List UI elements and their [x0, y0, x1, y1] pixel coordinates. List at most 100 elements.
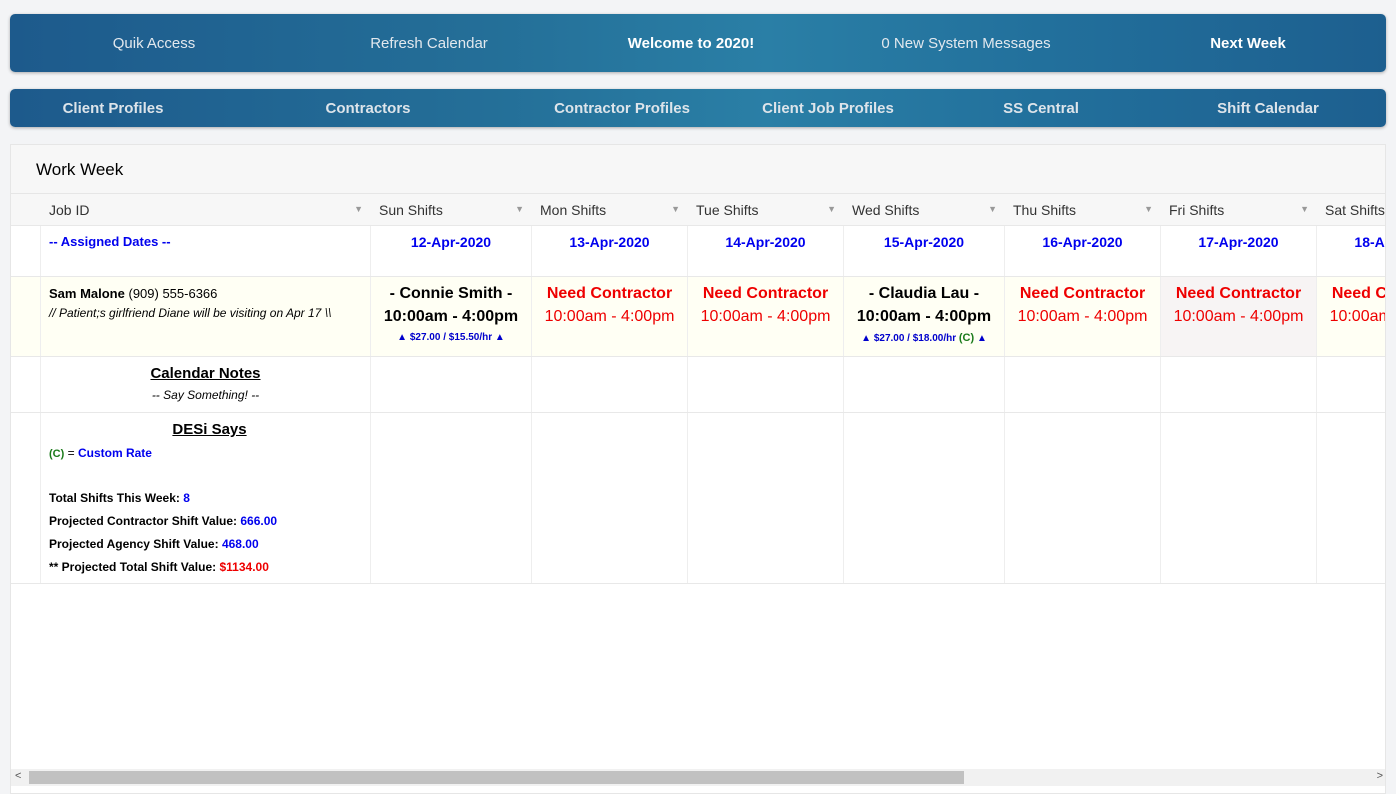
sort-caret-icon[interactable]: ▼ — [1144, 204, 1153, 214]
notes-cell-fri[interactable] — [1161, 357, 1317, 412]
date-sun: 12-Apr-2020 — [371, 226, 532, 276]
nav-client-profiles[interactable]: Client Profiles — [63, 100, 164, 117]
shift-time: 10:00am - 4:00pm — [700, 308, 831, 325]
need-contractor-label[interactable]: Need Contractor — [1005, 277, 1160, 303]
need-contractor-label[interactable]: Need Contractor — [1161, 277, 1316, 303]
custom-key: (C) — [49, 448, 65, 460]
desi-cell-tue — [688, 413, 844, 583]
header-row: Job ID ▼ Sun Shifts ▼ Mon Shifts ▼ Tue Shifts ▼… — [11, 194, 1385, 226]
nav-shift-calendar[interactable]: Shift Calendar — [1217, 100, 1319, 117]
date-tue: 14-Apr-2020 — [688, 226, 844, 276]
assigned-dates-row: -- Assigned Dates -- 12-Apr-2020 13-Apr-2… — [11, 226, 1385, 277]
notes-cell-sat[interactable] — [1317, 357, 1385, 412]
calendar-notes-row: Calendar Notes -- Say Something! -- — [11, 357, 1385, 413]
notes-cell-wed[interactable] — [844, 357, 1005, 412]
shift-time: 10:00am - 4:00pm — [544, 308, 675, 325]
shift-rate: ▲ $27.00 / $18.00/hr (C) ▲ — [844, 332, 1004, 344]
column-header-job-id[interactable]: Job ID ▼ — [41, 194, 371, 225]
shift-cell-sat[interactable]: Need Contractor 10:00am - 4:00pm — [1317, 277, 1385, 356]
column-header-fri[interactable]: Fri Shifts ▼ — [1161, 194, 1317, 225]
sort-caret-icon[interactable]: ▼ — [988, 204, 997, 214]
shift-cell-tue[interactable]: Need Contractor 10:00am - 4:00pm — [688, 277, 844, 356]
scroll-right-arrow[interactable]: > — [1377, 770, 1383, 782]
column-header-label: Tue Shifts — [696, 202, 759, 218]
assigned-dates-label: -- Assigned Dates -- — [41, 226, 371, 276]
next-week-link[interactable]: Next Week — [1210, 35, 1286, 52]
custom-rate-label: Custom Rate — [77, 446, 152, 460]
work-week-panel: Work Week Job ID ▼ Sun Shifts ▼ Mon Shifts ▼ T… — [10, 144, 1386, 794]
shift-time: 10:00am - 4:00pm — [1173, 308, 1304, 325]
desi-says-title: DESi Says — [172, 421, 247, 438]
shift-cell-sun[interactable]: - Connie Smith - 10:00am - 4:00pm ▲ $27.00… — [371, 277, 532, 356]
shift-cell-mon[interactable]: Need Contractor 10:00am - 4:00pm — [532, 277, 688, 356]
nav-contractors[interactable]: Contractors — [325, 100, 410, 117]
column-header-label: Job ID — [49, 202, 90, 218]
sort-caret-icon[interactable]: ▼ — [515, 204, 524, 214]
contractor-name[interactable]: - Claudia Lau - — [844, 277, 1004, 303]
column-header-thu[interactable]: Thu Shifts ▼ — [1005, 194, 1161, 225]
nav-contractor-profiles[interactable]: Contractor Profiles — [554, 100, 690, 117]
column-header-mon[interactable]: Mon Shifts ▼ — [532, 194, 688, 225]
agency-value-label: Projected Agency Shift Value: — [49, 537, 222, 551]
column-header-label: Sun Shifts — [379, 202, 443, 218]
column-header-wed[interactable]: Wed Shifts ▼ — [844, 194, 1005, 225]
date-wed: 15-Apr-2020 — [844, 226, 1005, 276]
notes-cell-tue[interactable] — [688, 357, 844, 412]
agency-value: 468.00 — [221, 537, 259, 551]
desi-says-row: DESi Says (C) = Custom Rate Total Shifts… — [11, 413, 1385, 584]
client-name[interactable]: Sam Malone — [49, 286, 125, 301]
job-note: // Patient;s girlfriend Diane will be vi… — [49, 306, 332, 320]
column-header-tue[interactable]: Tue Shifts ▼ — [688, 194, 844, 225]
need-contractor-label[interactable]: Need Contractor — [532, 277, 687, 303]
desi-cell-sat — [1317, 413, 1385, 583]
shift-time: 10:00am - 4:00pm — [856, 308, 992, 325]
shift-cell-fri[interactable]: Need Contractor 10:00am - 4:00pm — [1161, 277, 1317, 356]
sort-caret-icon[interactable]: ▼ — [1300, 204, 1309, 214]
horizontal-scrollbar[interactable]: < > — [11, 769, 1385, 786]
calendar-notes-title: Calendar Notes — [150, 365, 261, 382]
column-header-sat[interactable]: Sat Shifts▼ — [1317, 194, 1385, 225]
calendar-notes-text[interactable]: -- Say Something! -- — [41, 388, 370, 402]
notes-cell-mon[interactable] — [532, 357, 688, 412]
shift-time: 10:00am - 4:00pm — [383, 308, 519, 325]
notes-cell-thu[interactable] — [1005, 357, 1161, 412]
column-header-label: Thu Shifts — [1013, 202, 1077, 218]
date-sat: 18-Apr-2020 — [1317, 226, 1385, 276]
desi-cell-wed — [844, 413, 1005, 583]
desi-cell-fri — [1161, 413, 1317, 583]
sort-caret-icon[interactable]: ▼ — [827, 204, 836, 214]
total-shifts-value: 8 — [183, 491, 190, 505]
need-contractor-label[interactable]: Need Contractor — [688, 277, 843, 303]
client-phone: (909) 555-6366 — [128, 286, 218, 301]
column-header-label: Mon Shifts — [540, 202, 607, 218]
rate-end: ▲ — [976, 333, 987, 344]
custom-rate-badge: (C) — [958, 332, 975, 344]
refresh-calendar-link[interactable]: Refresh Calendar — [370, 35, 488, 52]
nav-client-job-profiles[interactable]: Client Job Profiles — [762, 100, 894, 117]
desi-cell-sun — [371, 413, 532, 583]
shift-cell-wed[interactable]: - Claudia Lau - 10:00am - 4:00pm ▲ $27.00 … — [844, 277, 1005, 356]
nav-ss-central[interactable]: SS Central — [1003, 100, 1079, 117]
rate-text: ▲ $27.00 / $18.00/hr — [861, 333, 957, 344]
column-header-label: Wed Shifts — [852, 202, 920, 218]
total-value: $1134.00 — [219, 560, 269, 574]
need-contractor-label[interactable]: Need Contractor — [1317, 277, 1385, 303]
column-header-sun[interactable]: Sun Shifts ▼ — [371, 194, 532, 225]
shift-cell-thu[interactable]: Need Contractor 10:00am - 4:00pm — [1005, 277, 1161, 356]
scrollbar-thumb[interactable] — [29, 771, 964, 784]
desi-cell-mon — [532, 413, 688, 583]
date-mon: 13-Apr-2020 — [532, 226, 688, 276]
total-value-label: ** Projected Total Shift Value: — [49, 560, 220, 574]
contractor-value-label: Projected Contractor Shift Value: — [49, 514, 241, 528]
sort-caret-icon[interactable]: ▼ — [671, 204, 680, 214]
sort-caret-icon[interactable]: ▼ — [354, 204, 363, 214]
system-messages-link[interactable]: 0 New System Messages — [881, 35, 1050, 52]
quik-access-link[interactable]: Quik Access — [113, 35, 196, 52]
rate-text: ▲ $27.00 / $15.50/hr ▲ — [397, 332, 505, 343]
contractor-name[interactable]: - Connie Smith - — [371, 277, 531, 303]
total-shifts-label: Total Shifts This Week: — [49, 491, 184, 505]
scroll-left-arrow[interactable]: < — [15, 770, 21, 782]
notes-cell-sun[interactable] — [371, 357, 532, 412]
main-nav-bar: Client Profiles Contractors Contractor P… — [10, 89, 1386, 127]
contractor-value: 666.00 — [240, 514, 278, 528]
